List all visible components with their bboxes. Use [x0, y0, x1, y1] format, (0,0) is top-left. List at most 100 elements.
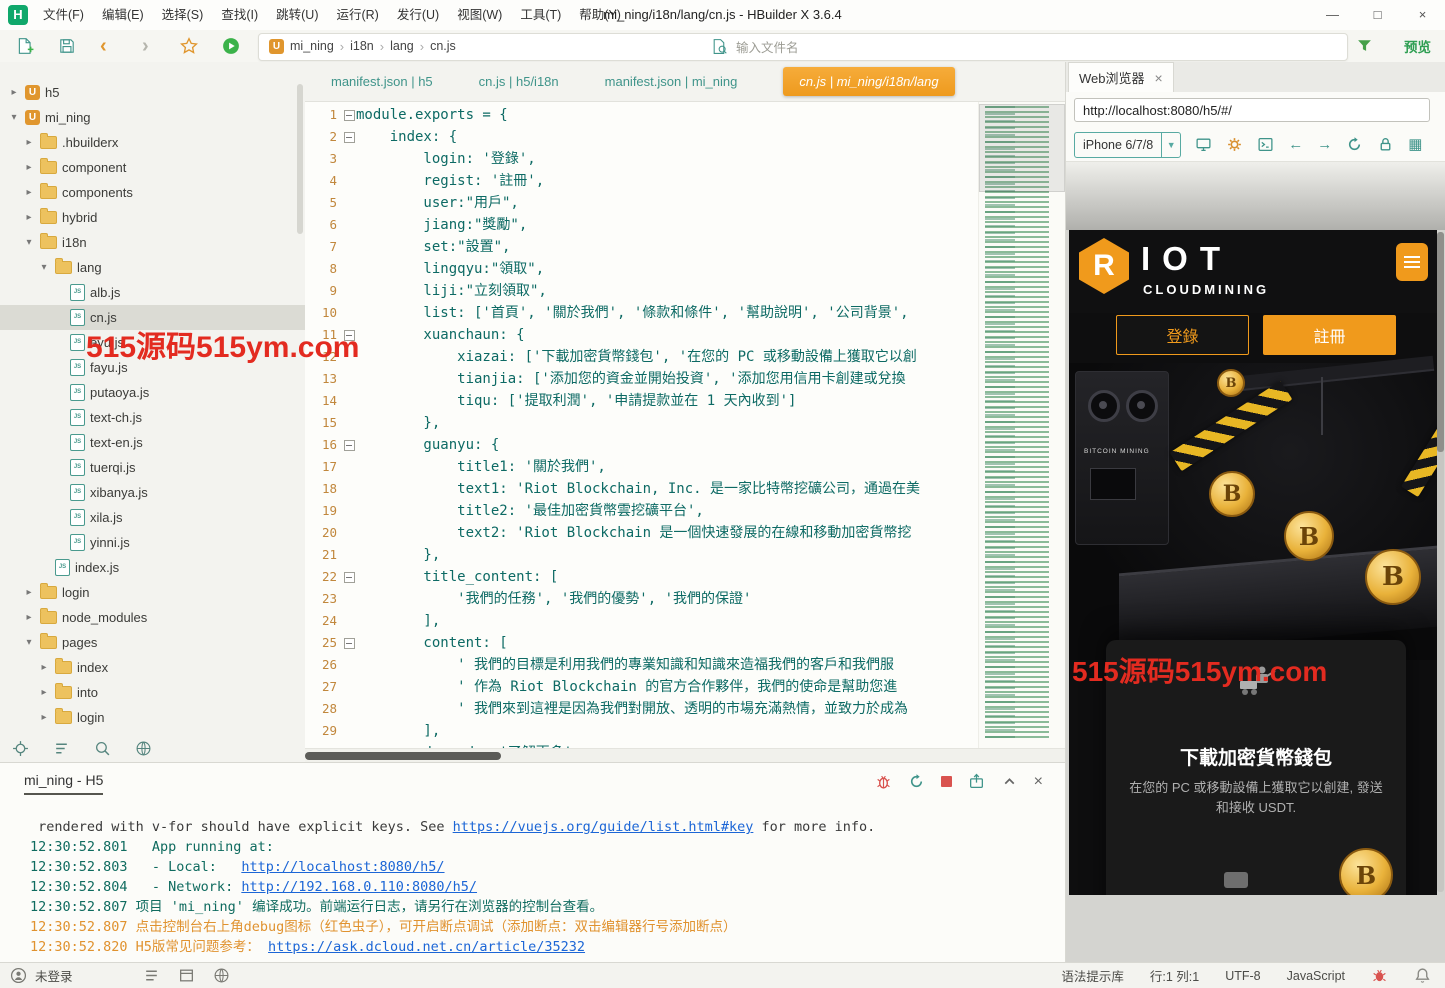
tree-item[interactable]: JSxibanya.js [0, 480, 305, 505]
console-link[interactable]: http://192.168.0.110:8080/h5/ [241, 879, 477, 895]
code-line[interactable]: 13 tianjia: ['添加您的資金並開始投資', '添加您用信用卡創建或兌… [305, 368, 1065, 390]
code-line[interactable]: 16 guanyu: { [305, 434, 1065, 456]
code-line[interactable]: 24 ], [305, 610, 1065, 632]
line-number[interactable]: 10 [305, 302, 342, 324]
devtools-gear-icon[interactable] [1226, 136, 1243, 153]
line-number[interactable]: 27 [305, 676, 342, 698]
login-status[interactable]: 未登录 [35, 966, 73, 985]
fold-marker-icon[interactable] [342, 324, 356, 346]
notification-bell-icon[interactable] [1414, 967, 1431, 984]
line-number[interactable]: 8 [305, 258, 342, 280]
run-icon[interactable] [222, 37, 240, 55]
chevron-down-icon[interactable]: ▾ [23, 237, 35, 248]
code-line[interactable]: 8 lingqyu:"領取", [305, 258, 1065, 280]
code-line[interactable]: 15 }, [305, 412, 1065, 434]
tree-item[interactable]: ▾lang [0, 255, 305, 280]
sort-icon[interactable] [53, 740, 70, 757]
console-icon[interactable] [1257, 136, 1274, 153]
debug-bug-icon[interactable] [1371, 967, 1388, 984]
riot-logo-icon[interactable]: R [1079, 238, 1129, 294]
chevron-down-icon[interactable]: ▾ [8, 112, 20, 123]
qr-icon[interactable]: ▦ [1408, 136, 1422, 153]
chevron-right-icon[interactable]: ▸ [23, 187, 35, 198]
line-number[interactable]: 19 [305, 500, 342, 522]
tree-item[interactable]: JSxila.js [0, 505, 305, 530]
code-line[interactable]: 29 ], [305, 720, 1065, 742]
fold-marker-icon[interactable] [342, 434, 356, 456]
close-tab-icon[interactable]: × [1155, 70, 1163, 86]
chevron-right-icon[interactable]: ▸ [23, 162, 35, 173]
minimap-viewport[interactable] [979, 104, 1065, 192]
chevron-right-icon[interactable]: ▸ [38, 662, 50, 673]
language-label[interactable]: JavaScript [1287, 969, 1345, 983]
fold-marker-icon[interactable] [342, 632, 356, 654]
sync-browser-icon[interactable] [135, 740, 152, 757]
mobile-menu-button[interactable] [1396, 243, 1428, 281]
chevron-down-icon[interactable]: ▾ [23, 637, 35, 648]
code-line[interactable]: 4 regist: '註冊', [305, 170, 1065, 192]
line-number[interactable]: 24 [305, 610, 342, 632]
stop-icon[interactable] [941, 776, 952, 787]
favorite-star-icon[interactable] [180, 37, 198, 55]
menu-item[interactable]: 跳转(U) [267, 0, 327, 30]
tree-item[interactable]: ▾i18n [0, 230, 305, 255]
tree-item[interactable]: JSalb.js [0, 280, 305, 305]
tree-item[interactable]: JSputaoya.js [0, 380, 305, 405]
preview-scrollbar[interactable] [1437, 232, 1444, 892]
url-input[interactable] [1074, 98, 1430, 122]
code-line[interactable]: 6 jiang:"獎勵", [305, 214, 1065, 236]
line-number[interactable]: 17 [305, 456, 342, 478]
code-line[interactable]: 18 text1: 'Riot Blockchain, Inc. 是一家比特幣挖… [305, 478, 1065, 500]
fold-marker-icon[interactable] [342, 566, 356, 588]
restart-icon[interactable] [908, 773, 925, 790]
horizontal-scrollbar-thumb[interactable] [305, 752, 501, 760]
lock-icon[interactable] [1377, 136, 1394, 153]
code-line[interactable]: 2 index: { [305, 126, 1065, 148]
tree-item[interactable]: ▾pages [0, 630, 305, 655]
tree-item[interactable]: ▸component [0, 155, 305, 180]
minimize-button[interactable]: — [1310, 0, 1355, 30]
tree-item[interactable]: ▸login [0, 705, 305, 730]
breadcrumb-item[interactable]: cn.js [430, 39, 456, 53]
line-number[interactable]: 9 [305, 280, 342, 302]
tree-item[interactable]: JScn.js [0, 305, 305, 330]
preview-scrollbar-thumb[interactable] [1437, 232, 1444, 452]
maximize-button[interactable]: □ [1355, 0, 1400, 30]
chevron-right-icon[interactable]: ▸ [23, 137, 35, 148]
breadcrumb-item[interactable]: lang [390, 39, 414, 53]
menu-item[interactable]: 发行(U) [388, 0, 448, 30]
tree-item[interactable]: ▸node_modules [0, 605, 305, 630]
console-link[interactable]: https://vuejs.org/guide/list.html#key [453, 819, 754, 835]
line-number[interactable]: 23 [305, 588, 342, 610]
code-line[interactable]: 3 login: '登錄', [305, 148, 1065, 170]
preview-button[interactable]: 预览 [1404, 36, 1431, 56]
code-line[interactable]: 23 '我們的任務', '我們的優勢', '我們的保證' [305, 588, 1065, 610]
editor-tab[interactable]: cn.js | h5/i18n [479, 74, 559, 89]
code-line[interactable]: 14 tiqu: ['提取利潤', '申請提款並在 1 天內收到'] [305, 390, 1065, 412]
menu-item[interactable]: 文件(F) [34, 0, 93, 30]
open-in-browser-icon[interactable] [1195, 136, 1212, 153]
line-number[interactable]: 16 [305, 434, 342, 456]
code-line[interactable]: 21 }, [305, 544, 1065, 566]
tree-item[interactable]: JSindex.js [0, 555, 305, 580]
code-line[interactable]: 28 ' 我們來到這裡是因為我們對開放、透明的市場充滿熱情，並致力於成為 [305, 698, 1065, 720]
tree-item[interactable]: ▾Umi_ning [0, 105, 305, 130]
line-number[interactable]: 18 [305, 478, 342, 500]
tree-scrollbar[interactable] [297, 84, 303, 234]
fold-marker-icon[interactable] [342, 126, 356, 148]
tree-item[interactable]: ▸Uh5 [0, 80, 305, 105]
code-line[interactable]: 26 ' 我們的目標是利用我們的專業知識和知識來造福我們的客戶和我們服 [305, 654, 1065, 676]
export-icon[interactable] [968, 773, 985, 790]
code-line[interactable]: 20 text2: 'Riot Blockchain 是一個快速發展的在線和移動… [305, 522, 1065, 544]
close-console-icon[interactable]: × [1034, 774, 1043, 790]
new-file-icon[interactable] [16, 37, 34, 55]
panel-icon[interactable] [178, 967, 195, 984]
back-icon[interactable]: ← [1288, 136, 1303, 153]
code-line[interactable]: 22 title_content: [ [305, 566, 1065, 588]
line-number[interactable]: 22 [305, 566, 342, 588]
code-line[interactable]: 27 ' 作為 Riot Blockchain 的官方合作夥伴，我們的使命是幫助… [305, 676, 1065, 698]
tree-item[interactable]: ▸components [0, 180, 305, 205]
line-number[interactable]: 15 [305, 412, 342, 434]
zoom-icon[interactable] [94, 740, 111, 757]
register-button[interactable]: 註冊 [1263, 315, 1396, 355]
